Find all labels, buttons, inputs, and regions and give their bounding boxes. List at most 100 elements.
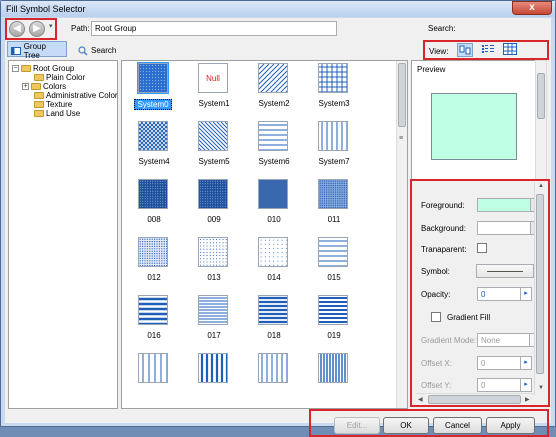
null-symbol-text: Null: [206, 74, 220, 83]
symbol-label: 014: [267, 273, 281, 282]
symbol-label: 009: [207, 215, 221, 224]
symbol-swatch: [318, 63, 348, 93]
gallery-scroll-thumb[interactable]: [398, 63, 406, 127]
symbol-swatch: [318, 121, 348, 151]
group-tree-button[interactable]: Group Tree: [7, 41, 67, 60]
tree-node-administrative-color[interactable]: Administrative Color: [34, 91, 118, 100]
tree-node-label: Administrative Color: [46, 91, 118, 100]
symbol-label: System0: [134, 99, 172, 110]
symbol-swatch: [138, 295, 168, 325]
symbol-cell[interactable]: [250, 353, 298, 408]
symbol-label: 010: [267, 215, 281, 224]
search-icon: [78, 45, 88, 56]
symbol-cell[interactable]: 019: [310, 295, 358, 351]
symbol-swatch: [258, 295, 288, 325]
symbol-swatch: [198, 353, 228, 383]
symbol-label: System7: [318, 157, 350, 166]
symbol-cell[interactable]: [130, 353, 178, 408]
symbol-label: System3: [318, 99, 350, 108]
symbol-cell[interactable]: System7: [310, 121, 358, 177]
group-tree-icon: [11, 46, 21, 55]
symbol-label: System4: [138, 157, 170, 166]
symbol-cell[interactable]: 011: [310, 179, 358, 235]
symbol-label: 013: [207, 273, 221, 282]
folder-icon: [34, 110, 44, 117]
close-button[interactable]: x: [512, 1, 552, 15]
collapse-icon[interactable]: −: [12, 65, 19, 72]
search-button[interactable]: Search: [75, 41, 119, 57]
symbol-label: System1: [198, 99, 230, 108]
symbol-cell[interactable]: 009: [190, 179, 238, 235]
symbol-swatch: [258, 179, 288, 209]
gallery-scrollbar[interactable]: ≡: [396, 61, 407, 408]
folder-icon: [34, 92, 44, 99]
symbol-cell[interactable]: 014: [250, 237, 298, 293]
symbol-label: 016: [147, 331, 161, 340]
tree-node-texture[interactable]: Texture: [34, 100, 72, 109]
symbol-label: System5: [198, 157, 230, 166]
symbol-cell[interactable]: 010: [250, 179, 298, 235]
dialog-client-area: ◀ ▶ ▾ Path: Root Group Search: Group Tre…: [5, 18, 551, 437]
symbol-swatch: [318, 237, 348, 267]
preview-scroll-thumb[interactable]: [537, 73, 545, 119]
symbol-swatch: [318, 295, 348, 325]
symbol-cell[interactable]: 013: [190, 237, 238, 293]
symbol-swatch: Null: [198, 63, 228, 93]
symbol-cell[interactable]: 016: [130, 295, 178, 351]
tree-node-label: Texture: [46, 100, 73, 109]
tree-node-land-use[interactable]: Land Use: [34, 109, 80, 118]
symbol-label: 011: [327, 215, 341, 224]
group-tree-panel: − Root Group Plain Color + Colors Admini…: [8, 60, 118, 409]
folder-icon: [34, 101, 44, 108]
symbol-gallery: System0 Null System1 System2 System3 System4 S…: [121, 60, 408, 409]
toolbar: Group Tree Search View:: [5, 40, 551, 60]
preview-scrollbar[interactable]: [535, 60, 547, 186]
symbol-swatch: [198, 295, 228, 325]
symbol-cell[interactable]: 015: [310, 237, 358, 293]
symbol-cell[interactable]: 008: [130, 179, 178, 235]
symbol-swatch: [258, 63, 288, 93]
symbol-cell[interactable]: System5: [190, 121, 238, 177]
tree-node-label: Plain Color: [46, 73, 86, 82]
symbol-cell[interactable]: 012: [130, 237, 178, 293]
symbol-cell[interactable]: System2: [250, 63, 298, 119]
symbol-cell[interactable]: System4: [130, 121, 178, 177]
search-label: Search:: [428, 24, 456, 33]
symbol-swatch: [198, 237, 228, 267]
path-field[interactable]: Root Group: [91, 21, 337, 36]
symbol-label: 017: [207, 331, 221, 340]
symbol-swatch: [137, 62, 169, 94]
symbol-cell[interactable]: [190, 353, 238, 408]
tree-node-root[interactable]: − Root Group: [12, 64, 74, 73]
tree-node-plain-color[interactable]: Plain Color: [34, 73, 85, 82]
search-button-label: Search: [91, 46, 117, 55]
symbol-swatch: [318, 353, 348, 383]
group-tree-label: Group Tree: [23, 41, 46, 60]
symbol-cell[interactable]: System0: [130, 62, 178, 119]
expand-icon[interactable]: +: [22, 83, 29, 90]
symbol-cell[interactable]: System3: [310, 63, 358, 119]
symbol-cell[interactable]: Null System1: [190, 63, 238, 119]
preview-swatch: [431, 93, 517, 160]
symbol-swatch: [138, 179, 168, 209]
symbol-label: 018: [267, 331, 281, 340]
preview-label: Preview: [417, 65, 446, 74]
symbol-cell[interactable]: 017: [190, 295, 238, 351]
symbol-label: System6: [258, 157, 290, 166]
symbol-label: 012: [147, 273, 161, 282]
symbol-cell[interactable]: 018: [250, 295, 298, 351]
folder-icon: [31, 83, 41, 90]
view-highlight-box: [423, 40, 549, 60]
folder-icon: [21, 65, 31, 72]
symbol-label: 008: [147, 215, 161, 224]
window-title: Fill Symbol Selector: [6, 4, 86, 14]
symbol-swatch: [318, 179, 348, 209]
symbol-swatch: [138, 121, 168, 151]
tree-node-label: Colors: [43, 82, 67, 91]
tree-node-colors[interactable]: + Colors: [22, 82, 66, 91]
symbol-cell[interactable]: System6: [250, 121, 298, 177]
symbol-cell[interactable]: [310, 353, 358, 408]
title-bar: Fill Symbol Selector x: [1, 1, 555, 17]
grip-icon: ≡: [399, 135, 404, 142]
symbol-swatch: [198, 121, 228, 151]
